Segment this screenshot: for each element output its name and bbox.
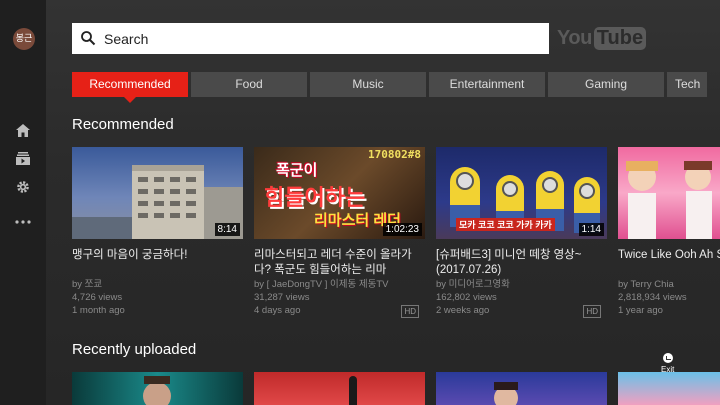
exit-button[interactable]: Exit xyxy=(661,353,674,374)
video-thumbnail[interactable]: 8:14 xyxy=(72,147,243,239)
video-views: 162,802 views xyxy=(436,292,497,303)
video-title: [슈퍼배드3] 미니언 떼창 영상~ (2017.07.26) xyxy=(436,249,582,276)
search-label: Search xyxy=(104,31,149,47)
tab-food[interactable]: Food xyxy=(191,72,307,97)
tab-music[interactable]: Music xyxy=(310,72,426,97)
video-views: 2,818,934 views xyxy=(618,292,687,303)
video-card[interactable] xyxy=(72,372,243,405)
video-card[interactable]: 170802#8 폭군이 힘들어하는 리마스터 레더 1:02:23 리마스터되… xyxy=(254,147,425,318)
thumbnail-caption: 모카 코코 코코 가카 카카 xyxy=(456,218,555,231)
hd-badge: HD xyxy=(583,305,601,318)
more-icon[interactable] xyxy=(14,214,32,230)
thumbnail-caption: 폭군이 xyxy=(276,162,318,179)
search-icon xyxy=(80,30,96,51)
video-card[interactable] xyxy=(436,372,607,405)
video-title: 맹구의 마음이 궁금하다! xyxy=(72,249,188,261)
search-input[interactable]: Search xyxy=(72,23,549,54)
video-thumbnail[interactable] xyxy=(618,372,720,405)
video-duration: 1:14 xyxy=(578,223,604,236)
video-age: 4 days ago xyxy=(254,305,301,316)
tab-recommended[interactable]: Recommended xyxy=(72,72,188,103)
video-thumbnail[interactable] xyxy=(254,372,425,405)
thumbnail-caption: 힘들어하는 xyxy=(264,185,366,210)
tab-gaming[interactable]: Gaming xyxy=(548,72,664,97)
video-age: 1 year ago xyxy=(618,305,663,316)
video-views: 4,726 views xyxy=(72,292,123,303)
video-thumbnail[interactable]: 170802#8 폭군이 힘들어하는 리마스터 레더 1:02:23 xyxy=(254,147,425,239)
video-card[interactable]: 모카 코코 코코 가카 카카 1:14 [슈퍼배드3] 미니언 떼창 영상~ (… xyxy=(436,147,607,318)
video-duration: 1:02:23 xyxy=(382,223,422,236)
exit-label: Exit xyxy=(661,365,675,374)
video-thumbnail[interactable] xyxy=(72,372,243,405)
video-thumbnail[interactable] xyxy=(618,147,720,239)
subscriptions-icon[interactable] xyxy=(14,150,32,166)
section-title-recently-uploaded: Recently uploaded xyxy=(72,341,197,358)
left-rail: 봉근 xyxy=(0,0,46,405)
video-views: 31,287 views xyxy=(254,292,310,303)
section-title-recommended: Recommended xyxy=(72,116,174,133)
video-duration: 8:14 xyxy=(214,223,240,236)
thumbnail-caption-top: 170802#8 xyxy=(368,148,421,161)
video-title: 리마스터되고 레더 수준이 올라가다? 폭군도 힘들어하는 리마 xyxy=(254,249,412,276)
video-card[interactable]: 8:14 맹구의 마음이 궁금하다! by 쪼쿄 4,726 views 1 m… xyxy=(72,147,243,317)
tab-entertainment[interactable]: Entertainment xyxy=(429,72,545,97)
video-channel: by [ JaeDongTV ] 이제동 제동TV xyxy=(254,279,389,290)
home-icon[interactable] xyxy=(14,122,32,138)
logo-you: You xyxy=(557,26,592,49)
video-title: Twice Like Ooh Ah SBS KBO Golden G xyxy=(618,249,720,261)
video-age: 1 month ago xyxy=(72,305,125,316)
hd-badge: HD xyxy=(401,305,419,318)
video-channel: by 미디어로그영화 xyxy=(436,279,510,290)
video-thumbnail[interactable]: 모카 코코 코코 가카 카카 1:14 xyxy=(436,147,607,239)
recommended-row: 8:14 맹구의 마음이 궁금하다! by 쪼쿄 4,726 views 1 m… xyxy=(72,147,720,318)
avatar[interactable]: 봉근 xyxy=(13,28,35,50)
settings-icon[interactable] xyxy=(14,179,32,195)
video-thumbnail[interactable] xyxy=(436,372,607,405)
video-age: 2 weeks ago xyxy=(436,305,490,316)
video-channel: by 쪼쿄 xyxy=(72,279,103,290)
video-card[interactable] xyxy=(254,372,425,405)
exit-icon xyxy=(662,353,673,363)
video-card[interactable] xyxy=(618,372,720,405)
category-tabs: Recommended Food Music Entertainment Gam… xyxy=(72,72,710,103)
recent-row xyxy=(72,372,720,405)
tab-tech[interactable]: Tech xyxy=(667,72,707,97)
logo-tube: Tube xyxy=(593,26,647,50)
video-channel: by Terry Chia xyxy=(618,279,674,290)
youtube-logo: You Tube xyxy=(557,25,647,51)
video-card[interactable]: Twice Like Ooh Ah SBS KBO Golden G by Te… xyxy=(618,147,720,317)
